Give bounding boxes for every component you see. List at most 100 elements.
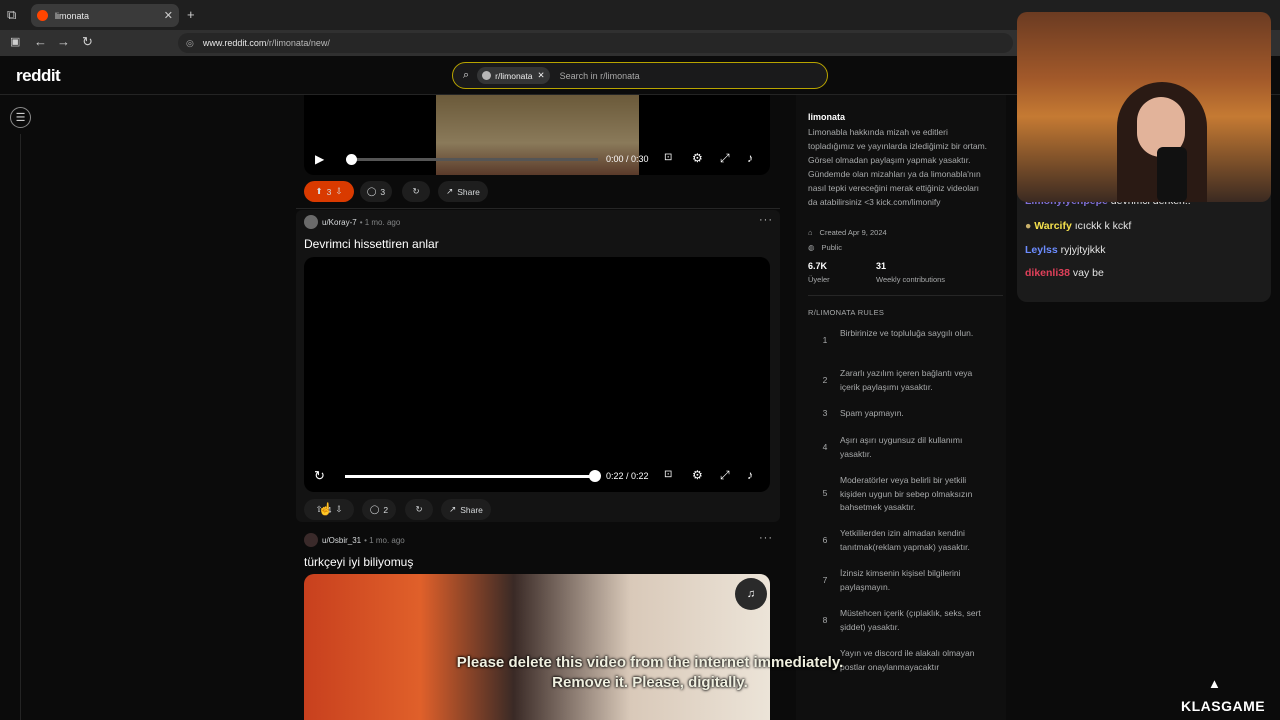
search-input[interactable]: ⌕ r/limonata ✕ Search in r/limonata <box>452 62 828 89</box>
post2-time-ago: 1 mo. ago <box>364 217 401 227</box>
reddit-favicon-icon <box>37 10 48 21</box>
fullscreen-icon[interactable]: ⤢ <box>720 151 730 166</box>
post2-crosspost-button[interactable]: ↻ <box>405 499 433 520</box>
browser-tab[interactable]: limonata ✕ <box>31 4 179 27</box>
share-icon: ↗ <box>446 186 454 196</box>
fullscreen-icon[interactable]: ⤢ <box>720 468 730 483</box>
volume-icon[interactable]: ♪ <box>747 468 753 482</box>
webcam-feed <box>1017 12 1271 202</box>
post3-video[interactable]: ♫ <box>304 574 770 720</box>
site-info-icon[interactable]: ◎ <box>186 38 194 49</box>
share-icon: ↗ <box>449 504 457 514</box>
chat-message: Leylss ryjyjtyjkkk <box>1025 244 1106 256</box>
url-input[interactable]: ◎ www.reddit.com /r/limonata/new/ <box>178 33 1013 53</box>
upvote-icon[interactable]: ⬆ <box>316 186 323 197</box>
url-path: /r/limonata/new/ <box>266 38 330 48</box>
globe-icon: ◍ <box>808 243 815 252</box>
reload-icon[interactable]: ↻ <box>82 34 93 50</box>
members-label: Üyeler <box>808 275 830 284</box>
crosspost-icon: ↻ <box>415 504 423 514</box>
mouse-cursor-icon: ☝ <box>318 502 333 516</box>
chat-user: dikenli38 <box>1025 267 1070 279</box>
post2-username[interactable]: u/Koray-7 <box>322 218 357 227</box>
captions-icon[interactable]: ⊡ <box>664 469 672 480</box>
post2-title[interactable]: Devrimci hissettiren anlar <box>304 237 439 251</box>
post2-seek-knob[interactable] <box>589 470 601 482</box>
post1-vote-bar[interactable]: ⬆ 3 ⇩ <box>304 181 354 202</box>
crosspost-icon: ↻ <box>412 186 420 196</box>
rules-heading: R/LIMONATA RULES <box>808 308 885 317</box>
post1-seek-bar[interactable] <box>348 158 598 161</box>
reddit-logo[interactable]: reddit <box>16 66 61 86</box>
settings-gear-icon[interactable]: ⚙ <box>692 151 703 165</box>
post2-comments-button[interactable]: ◯ 2 <box>362 499 396 520</box>
subreddit-description: Limonabla hakkında mizah ve editleri top… <box>808 127 988 207</box>
post2-avatar[interactable] <box>304 215 318 229</box>
post1-time: 0:00 / 0:30 <box>606 154 649 164</box>
webcam-microphone <box>1157 147 1187 202</box>
comment-icon: ◯ <box>369 504 380 514</box>
post-divider <box>296 208 780 209</box>
back-icon[interactable]: ← <box>34 34 47 49</box>
post3-time-ago: 1 mo. ago <box>369 535 405 545</box>
downvote-icon[interactable]: ⇩ <box>335 504 342 515</box>
post1-seek-knob[interactable] <box>346 154 357 165</box>
brand-logo-icon: ▲ <box>1208 676 1221 691</box>
clear-chip-icon[interactable]: ✕ <box>538 70 545 81</box>
subreddit-avatar-icon <box>482 71 492 80</box>
post3-username[interactable]: u/Osbir_31 <box>322 536 361 545</box>
subtitle-line-2: Remove it. Please, digitally. <box>552 674 748 691</box>
menu-icon[interactable]: ☰ <box>10 107 31 128</box>
post3-more-icon[interactable]: ··· <box>759 532 773 544</box>
volume-icon[interactable]: ♪ <box>747 151 753 165</box>
contributions-count: 31 <box>876 261 887 271</box>
chat-user: Leylss <box>1025 244 1058 256</box>
post2-seek-bar[interactable] <box>345 475 595 478</box>
post1-comment-count: 3 <box>380 186 386 197</box>
created-label: Created Apr 9, 2024 <box>819 228 887 237</box>
post2-share-button[interactable]: ↗ Share <box>441 499 491 520</box>
search-placeholder: Search in r/limonata <box>559 70 640 81</box>
subtitle-line-1: Please delete this video from the intern… <box>456 654 844 671</box>
settings-gear-icon[interactable]: ⚙ <box>692 468 703 482</box>
post2-share-label: Share <box>460 504 483 515</box>
post2-comment-count: 2 <box>383 504 389 515</box>
post3-author[interactable]: u/Osbir_31 • 1 mo. ago <box>304 533 405 547</box>
sidebar-toggle-icon[interactable]: ▣ <box>10 35 20 48</box>
post2-video[interactable] <box>304 257 770 492</box>
subtitle-overlay: Please delete this video from the intern… <box>420 653 880 693</box>
post2-more-icon[interactable]: ··· <box>759 214 773 226</box>
brand-watermark: KLASGAME <box>1181 698 1266 714</box>
search-icon: ⌕ <box>463 69 470 81</box>
chat-user: Warcify <box>1034 220 1072 232</box>
tab-actions-icon[interactable]: ⧉ <box>7 7 16 23</box>
subreddit-name: limonata <box>808 112 846 122</box>
created-date: ⌂ Created Apr 9, 2024 <box>808 228 887 237</box>
play-icon[interactable]: ▶ <box>315 152 324 166</box>
forward-icon[interactable]: → <box>57 34 70 49</box>
badge-icon: ● <box>1025 220 1032 232</box>
members-count: 6.7K <box>808 261 828 271</box>
post3-media-icon[interactable]: ♫ <box>735 578 767 610</box>
post1-share-button[interactable]: ↗ Share <box>438 181 488 202</box>
url-host: www.reddit.com <box>202 38 267 48</box>
subreddit-chip[interactable]: r/limonata ✕ <box>477 67 550 84</box>
new-tab-icon[interactable]: + <box>187 7 195 22</box>
subreddit-chip-label: r/limonata <box>495 70 533 81</box>
cake-icon: ⌂ <box>808 228 813 237</box>
post1-comments-button[interactable]: ◯ 3 <box>360 181 392 202</box>
tab-title: limonata <box>55 10 90 21</box>
captions-icon[interactable]: ⊡ <box>664 152 672 163</box>
close-tab-icon[interactable]: ✕ <box>164 9 173 22</box>
chat-message: ● Warcify ıcıckk k kckf <box>1025 220 1132 232</box>
chat-message: dikenli38 vay be <box>1025 267 1104 279</box>
contributions-label: Weekly contributions <box>876 275 946 284</box>
post3-title[interactable]: türkçeyi iyi biliyomuş <box>304 555 413 569</box>
sidebar-divider <box>808 295 1003 296</box>
post1-crosspost-button[interactable]: ↻ <box>402 181 430 202</box>
replay-icon[interactable]: ↻ <box>314 468 325 484</box>
post2-time: 0:22 / 0:22 <box>606 471 649 481</box>
downvote-icon[interactable]: ⇩ <box>335 186 342 197</box>
post3-avatar[interactable] <box>304 533 318 547</box>
post2-author[interactable]: u/Koray-7 • 1 mo. ago <box>304 215 400 229</box>
